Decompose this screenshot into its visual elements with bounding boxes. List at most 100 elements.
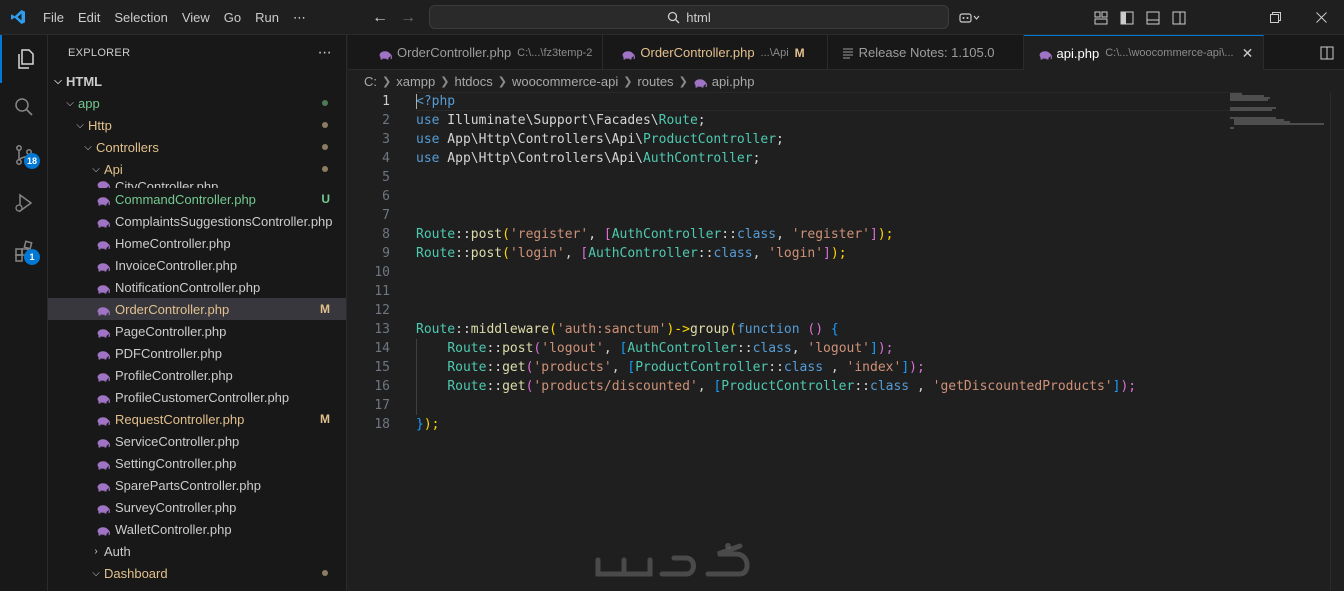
git-status-badge: U [321,192,330,206]
php-file-icon [96,282,110,294]
chevron-right-icon: ❯ [440,75,450,88]
toggle-secondary-sidebar-icon[interactable] [1166,0,1192,35]
back-arrow-icon[interactable]: ← [372,9,388,27]
tree-file[interactable]: OrderController.php M [48,298,346,320]
tab-order-controller-temp[interactable]: OrderController.php C:\...\fz3temp-2 [348,35,604,70]
breadcrumb-project[interactable]: woocommerce-api [512,74,618,89]
breadcrumb-routes[interactable]: routes [637,74,673,89]
code-line[interactable]: 9 Route::post('login', [AuthController::c… [348,244,1344,263]
code-line[interactable]: 16 Route::get('products/discounted', [Pr… [348,377,1344,396]
editor-scrollbar[interactable] [1330,92,1344,591]
code-line[interactable]: 4 use App\Http\Controllers\Api\AuthContro… [348,149,1344,168]
code-line[interactable]: 18}); [348,415,1344,434]
split-editor-icon[interactable] [1320,35,1334,70]
extensions-activity[interactable]: 1 [0,227,48,275]
code-line[interactable]: 3 use App\Http\Controllers\Api\ProductCon… [348,130,1344,149]
tree-file-partial[interactable]: CityController.php [48,180,346,188]
minimap[interactable] [1230,92,1330,132]
code-token: ProductController [642,132,777,147]
tree-root-html[interactable]: ⌵ HTML [48,70,346,92]
source-control-activity[interactable]: 18 [0,131,48,179]
menu-file[interactable]: File [36,0,71,35]
chevron-down-icon: ⌵ [84,141,92,153]
search-activity[interactable] [0,83,48,131]
command-center-search[interactable]: html [429,5,949,29]
toggle-primary-sidebar-icon[interactable] [1114,0,1140,35]
code-line[interactable]: 12 [348,301,1344,320]
menu-selection[interactable]: Selection [107,0,174,35]
code-line[interactable]: 2 use Illuminate\Support\Facades\Route; [348,111,1344,130]
code-token: :: [854,379,870,394]
breadcrumb-htdocs[interactable]: htdocs [454,74,492,89]
code-line[interactable]: 7 [348,206,1344,225]
breadcrumb-xampp[interactable]: xampp [396,74,435,89]
code-token: :: [486,341,503,356]
tree-file[interactable]: WalletController.php [48,518,346,540]
code-line[interactable]: 17 [348,396,1344,415]
tree-file[interactable]: InvoiceController.php [48,254,346,276]
tree-file[interactable]: PDFController.php [48,342,346,364]
code-line[interactable]: 6 [348,187,1344,206]
menu-more[interactable]: ⋯ [286,0,313,35]
customize-layout-icon[interactable] [1088,0,1114,35]
tree-file[interactable]: RequestController.php M [48,408,346,430]
run-debug-activity[interactable] [0,179,48,227]
tree-file[interactable]: CommandController.php U [48,188,346,210]
breadcrumb-drive[interactable]: C: [364,74,377,89]
tree-file[interactable]: ServiceController.php [48,430,346,452]
copilot-icon[interactable] [952,0,988,35]
code-editor[interactable]: 1 <?php 2 use Illuminate\Support\Facades\Ro… [348,92,1344,591]
tree-file[interactable]: HomeController.php [48,232,346,254]
close-window-icon[interactable] [1298,0,1344,35]
code-token: class [736,227,777,242]
forward-arrow-icon[interactable]: → [400,9,416,27]
line-number: 14 [374,341,390,356]
php-file-icon [96,414,110,426]
status-dot [322,100,328,106]
activity-bar: 18 1 [0,35,48,591]
code-token: ( [502,227,510,242]
tree-folder-controllers[interactable]: ⌵ Controllers [48,136,346,158]
menu-run[interactable]: Run [248,0,286,35]
tree-file[interactable]: ProfileController.php [48,364,346,386]
restore-window-icon[interactable] [1252,0,1298,35]
tree-folder-app[interactable]: ⌵ app [48,92,346,114]
chevron-down-icon: ⌵ [54,75,62,87]
code-line[interactable]: 13 Route::middleware('auth:sanctum')->gro… [348,320,1344,339]
tree-file[interactable]: SurveyController.php [48,496,346,518]
code-line[interactable]: 14 Route::post('logout', [AuthController… [348,339,1344,358]
tree-folder-api[interactable]: ⌵ Api [48,158,346,180]
tree-folder-dashboard[interactable]: ⌵ Dashboard [48,562,346,584]
code-line[interactable]: 11 [348,282,1344,301]
line-number: 5 [382,170,390,185]
tree-file[interactable]: SettingController.php [48,452,346,474]
chevron-down-icon: ⌵ [66,97,74,109]
tab-release-notes[interactable]: Release Notes: 1.105.0 [828,35,1024,70]
code-line[interactable]: 8 Route::post('register', [AuthController… [348,225,1344,244]
code-token: get [502,379,526,394]
toggle-panel-icon[interactable] [1140,0,1166,35]
breadcrumb-file[interactable]: api.php [712,74,755,89]
menu-edit[interactable]: Edit [71,0,107,35]
code-line[interactable]: 10 [348,263,1344,282]
tree-file[interactable]: PageController.php [48,320,346,342]
tree-file[interactable]: SparePartsController.php [48,474,346,496]
code-line[interactable]: 5 [348,168,1344,187]
chevron-down-icon: ⌵ [92,567,100,579]
tree-file[interactable]: ComplaintsSuggestionsController.php [48,210,346,232]
tree-file[interactable]: NotificationController.php [48,276,346,298]
explorer-more-button[interactable]: ⋯ [318,44,332,61]
line-number: 18 [374,417,390,432]
code-text: Route::get('products', [ProductControlle… [416,358,925,377]
menu-go[interactable]: Go [217,0,248,35]
explorer-activity[interactable] [0,35,48,83]
tree-folder-auth[interactable]: › Auth [48,540,346,562]
tree-file[interactable]: ProfileCustomerController.php [48,386,346,408]
code-line[interactable]: 1 <?php [348,92,1344,111]
tree-folder-http[interactable]: ⌵ Http [48,114,346,136]
tab-order-controller-api[interactable]: OrderController.php ...\Api M [603,35,828,70]
close-tab-icon[interactable]: ✕ [1242,45,1254,62]
menu-view[interactable]: View [175,0,217,35]
tab-api-php[interactable]: api.php C:\...\woocommerce-api\... ✕ [1023,35,1265,70]
code-line[interactable]: 15 Route::get('products', [ProductContro… [348,358,1344,377]
